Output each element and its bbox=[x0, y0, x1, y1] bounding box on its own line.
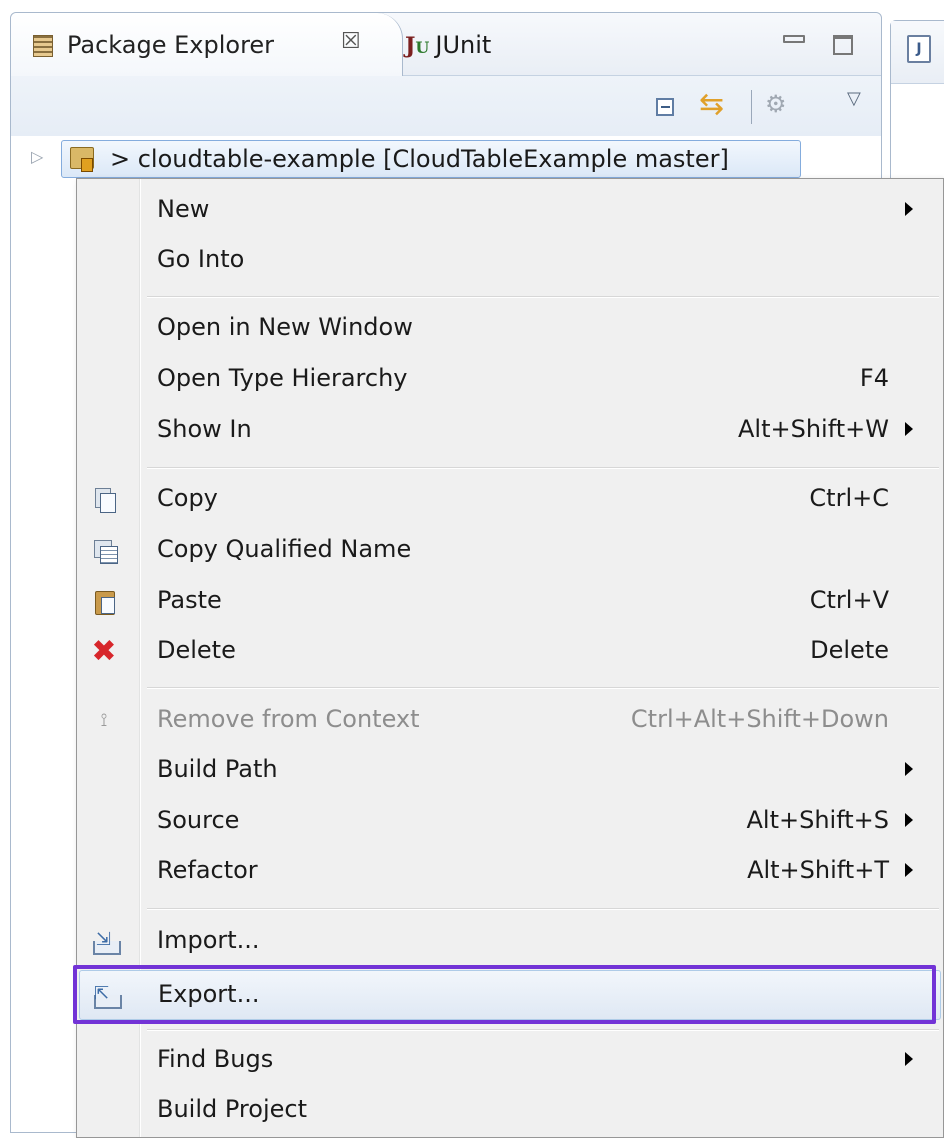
menu-item-shortcut: Ctrl+C bbox=[809, 484, 889, 512]
menu-item-label: Show In bbox=[157, 415, 252, 443]
toolbar-separator bbox=[751, 90, 752, 124]
menu-item-open-in-new-window[interactable]: Open in New Window bbox=[79, 304, 941, 354]
editor-tab[interactable]: J bbox=[891, 21, 944, 84]
menu-item-paste[interactable]: Paste Ctrl+V bbox=[79, 577, 941, 627]
menu-item-label: Source bbox=[157, 806, 240, 834]
tab-package-explorer-label: Package Explorer bbox=[67, 31, 275, 59]
menu-item-go-into[interactable]: Go Into bbox=[79, 236, 941, 286]
menu-separator bbox=[147, 1029, 939, 1031]
copy-icon bbox=[89, 485, 119, 515]
menu-item-shortcut: Alt+Shift+S bbox=[746, 806, 890, 834]
tab-junit-label: JUnit bbox=[435, 31, 492, 59]
focus-on-task-icon[interactable]: ⚙ bbox=[765, 90, 787, 118]
collapse-all-icon[interactable] bbox=[656, 98, 674, 116]
menu-item-open-type-hierarchy[interactable]: Open Type Hierarchy F4 bbox=[79, 355, 941, 405]
menu-item-show-in[interactable]: Show In Alt+Shift+W bbox=[79, 406, 941, 456]
import-icon bbox=[89, 925, 121, 957]
submenu-arrow-icon bbox=[905, 863, 913, 877]
menu-separator bbox=[147, 908, 939, 910]
menu-item-new[interactable]: New bbox=[79, 186, 941, 236]
export-highlight-box bbox=[73, 965, 936, 1024]
menu-item-build-path[interactable]: Build Path bbox=[79, 746, 941, 796]
view-tab-bar: Package Explorer ☒ JU JUnit bbox=[11, 13, 881, 76]
menu-item-shortcut: Delete bbox=[810, 636, 889, 664]
menu-separator bbox=[147, 296, 939, 298]
menu-item-label: Delete bbox=[157, 636, 236, 664]
menu-item-remove-from-context: ⟟ Remove from Context Ctrl+Alt+Shift+Dow… bbox=[79, 696, 941, 746]
view-toolbar: ⇆ ⚙ ▽ bbox=[11, 76, 881, 136]
menu-separator bbox=[147, 687, 939, 689]
menu-item-label: Open in New Window bbox=[157, 313, 413, 341]
menu-item-shortcut: Ctrl+V bbox=[809, 586, 889, 614]
menu-item-copy[interactable]: Copy Ctrl+C bbox=[79, 475, 941, 525]
submenu-arrow-icon bbox=[905, 1052, 913, 1066]
menu-item-source[interactable]: Source Alt+Shift+S bbox=[79, 797, 941, 847]
menu-item-label: Import... bbox=[157, 926, 260, 954]
project-label: > cloudtable-example [CloudTableExample … bbox=[110, 145, 729, 173]
menu-item-refactor[interactable]: Refactor Alt+Shift+T bbox=[79, 847, 941, 897]
paste-icon bbox=[89, 587, 119, 617]
package-explorer-icon bbox=[33, 35, 53, 57]
view-menu-chevron-down-icon[interactable]: ▽ bbox=[847, 88, 861, 109]
remove-context-icon: ⟟ bbox=[100, 710, 108, 731]
submenu-arrow-icon bbox=[905, 202, 913, 216]
menu-item-label: Build Path bbox=[157, 755, 278, 783]
menu-item-label: Open Type Hierarchy bbox=[157, 364, 408, 392]
menu-item-import[interactable]: Import... bbox=[79, 917, 941, 967]
submenu-arrow-icon bbox=[905, 813, 913, 827]
submenu-arrow-icon bbox=[905, 422, 913, 436]
tab-junit[interactable]: JU JUnit bbox=[405, 31, 491, 59]
menu-item-find-bugs[interactable]: Find Bugs bbox=[79, 1036, 941, 1086]
junit-icon: JU bbox=[405, 33, 430, 59]
menu-item-copy-qualified-name[interactable]: Copy Qualified Name bbox=[79, 526, 941, 576]
menu-item-shortcut: Alt+Shift+W bbox=[738, 415, 889, 443]
menu-item-shortcut: Alt+Shift+T bbox=[747, 856, 889, 884]
menu-item-label: Copy Qualified Name bbox=[157, 535, 412, 563]
menu-item-shortcut: Ctrl+Alt+Shift+Down bbox=[630, 705, 889, 733]
menu-item-label: Refactor bbox=[157, 856, 258, 884]
minimize-icon[interactable] bbox=[783, 35, 805, 43]
close-icon[interactable]: ☒ bbox=[341, 29, 361, 54]
project-node[interactable]: > cloudtable-example [CloudTableExample … bbox=[61, 140, 801, 178]
delete-x-icon: ✖ bbox=[91, 634, 117, 669]
copy-qualified-name-icon bbox=[89, 536, 119, 566]
project-folder-icon bbox=[70, 147, 94, 172]
menu-item-label: Remove from Context bbox=[157, 705, 420, 733]
expand-arrow-icon[interactable]: ▷ bbox=[31, 147, 43, 166]
tab-package-explorer[interactable]: Package Explorer ☒ bbox=[11, 13, 403, 76]
menu-item-delete[interactable]: ✖ Delete Delete bbox=[79, 627, 941, 677]
menu-item-label: Find Bugs bbox=[157, 1045, 274, 1073]
menu-item-shortcut: F4 bbox=[859, 364, 889, 392]
link-with-editor-icon[interactable]: ⇆ bbox=[699, 88, 733, 122]
maximize-icon[interactable] bbox=[833, 35, 853, 55]
java-file-icon: J bbox=[907, 35, 931, 63]
menu-item-label: Copy bbox=[157, 484, 218, 512]
menu-separator bbox=[147, 467, 939, 469]
menu-item-label: Go Into bbox=[157, 245, 245, 273]
menu-item-label: Paste bbox=[157, 586, 222, 614]
menu-item-label: New bbox=[157, 195, 210, 223]
submenu-arrow-icon bbox=[905, 762, 913, 776]
menu-item-build-project[interactable]: Build Project bbox=[79, 1086, 941, 1136]
menu-item-label: Build Project bbox=[157, 1095, 307, 1123]
